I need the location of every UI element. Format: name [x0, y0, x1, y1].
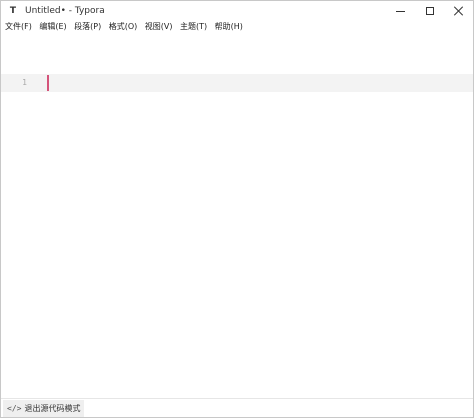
menu-help[interactable]: 帮助(H): [214, 20, 244, 34]
window-title: Untitled• - Typora: [25, 6, 105, 16]
app-window: T Untitled• - Typora 文件(F) 编辑(E) 段落(P) 格…: [0, 0, 474, 418]
menu-theme[interactable]: 主题(T): [179, 20, 208, 34]
menu-file[interactable]: 文件(F): [4, 20, 33, 34]
menu-paragraph[interactable]: 段落(P): [73, 20, 102, 34]
maximize-button[interactable]: [415, 1, 444, 21]
source-code-editor[interactable]: 1: [1, 35, 473, 395]
text-caret: [47, 75, 49, 91]
source-mode-label: 退出源代码模式: [24, 404, 81, 413]
status-bar: </> 退出源代码模式: [1, 398, 473, 417]
close-button[interactable]: [444, 1, 473, 21]
minimize-icon: [396, 10, 405, 12]
typora-app-icon: T: [9, 6, 17, 16]
menu-view[interactable]: 视图(V): [144, 20, 174, 34]
minimize-button[interactable]: [386, 1, 415, 21]
title-bar[interactable]: T Untitled• - Typora: [1, 1, 473, 21]
close-icon: [454, 6, 464, 16]
line-number: 1: [22, 78, 27, 87]
window-controls: [386, 1, 473, 21]
active-code-line[interactable]: 1: [1, 74, 473, 92]
menu-edit[interactable]: 编辑(E): [38, 20, 67, 34]
exit-source-mode-button[interactable]: </> 退出源代码模式: [3, 400, 85, 417]
maximize-icon: [425, 7, 434, 15]
code-icon: </>: [7, 404, 22, 413]
menu-bar: 文件(F) 编辑(E) 段落(P) 格式(O) 视图(V) 主题(T) 帮助(H…: [1, 20, 473, 34]
menu-format[interactable]: 格式(O): [108, 20, 139, 34]
